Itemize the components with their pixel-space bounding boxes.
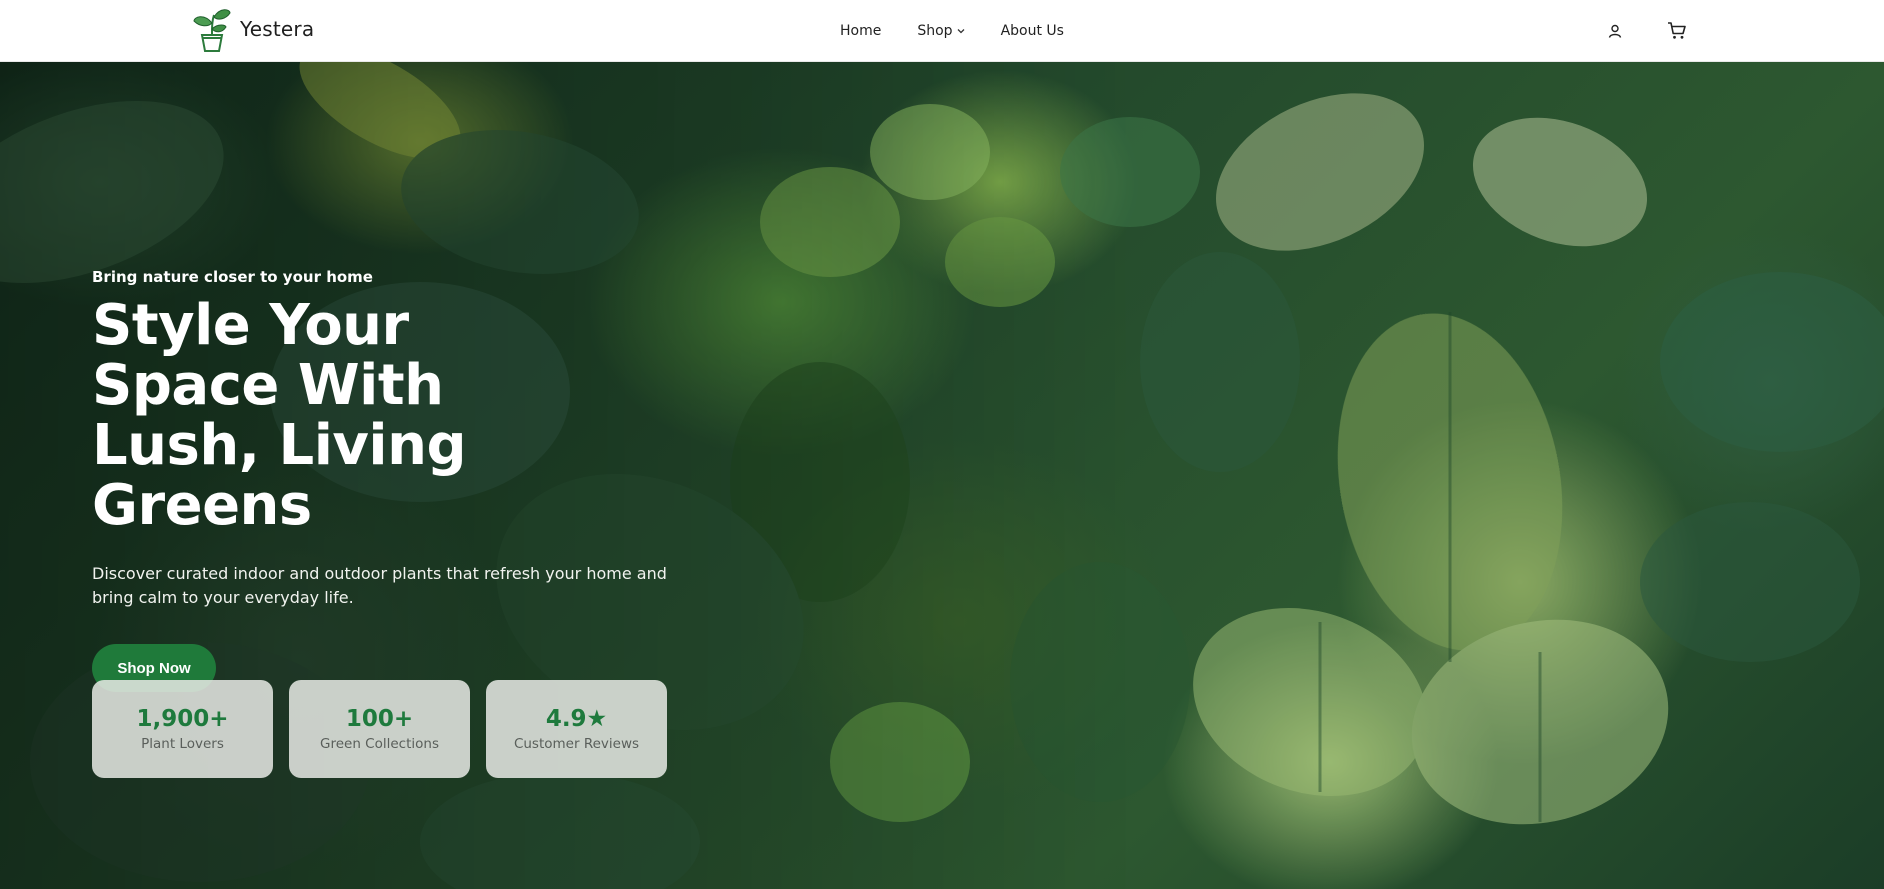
stat-value: 4.9★ bbox=[545, 706, 608, 732]
nav-shop-label: Shop bbox=[917, 23, 953, 39]
stat-label: Plant Lovers bbox=[141, 736, 224, 752]
hero-description: Discover curated indoor and outdoor plan… bbox=[92, 564, 667, 607]
brand[interactable]: Yestera bbox=[192, 5, 314, 53]
cart-icon[interactable] bbox=[1666, 20, 1688, 42]
main-nav: Home Shop About Us bbox=[840, 0, 1064, 62]
hero-content: Bring nature closer to your home Style Y… bbox=[92, 268, 692, 692]
nav-about-us[interactable]: About Us bbox=[1001, 23, 1064, 39]
stat-card: 1,900+ Plant Lovers bbox=[92, 680, 273, 778]
nav-home[interactable]: Home bbox=[840, 23, 881, 39]
hero-section: Bring nature closer to your home Style Y… bbox=[0, 62, 1884, 889]
stat-value: 1,900+ bbox=[136, 706, 229, 732]
nav-shop[interactable]: Shop bbox=[917, 23, 965, 39]
plant-logo-icon bbox=[193, 9, 231, 52]
stat-value: 100+ bbox=[345, 706, 414, 732]
site-header: Yestera Home Shop About Us bbox=[0, 0, 1884, 62]
stat-label: Customer Reviews bbox=[513, 736, 640, 752]
stat-card: 100+ Green Collections bbox=[289, 680, 470, 778]
user-icon[interactable] bbox=[1604, 20, 1626, 42]
stat-label: Green Collections bbox=[320, 736, 439, 752]
brand-name: Yestera bbox=[240, 17, 315, 41]
header-actions bbox=[1604, 0, 1688, 62]
stats-row: 1,900+ Plant Lovers 100+ Green Collectio… bbox=[92, 680, 667, 778]
hero-headline: Style Your Space With Lush, Living Green… bbox=[92, 293, 467, 538]
hero-eyebrow: Bring nature closer to your home bbox=[92, 268, 373, 286]
stat-card: 4.9★ Customer Reviews bbox=[486, 680, 667, 778]
chevron-down-icon bbox=[957, 29, 965, 34]
